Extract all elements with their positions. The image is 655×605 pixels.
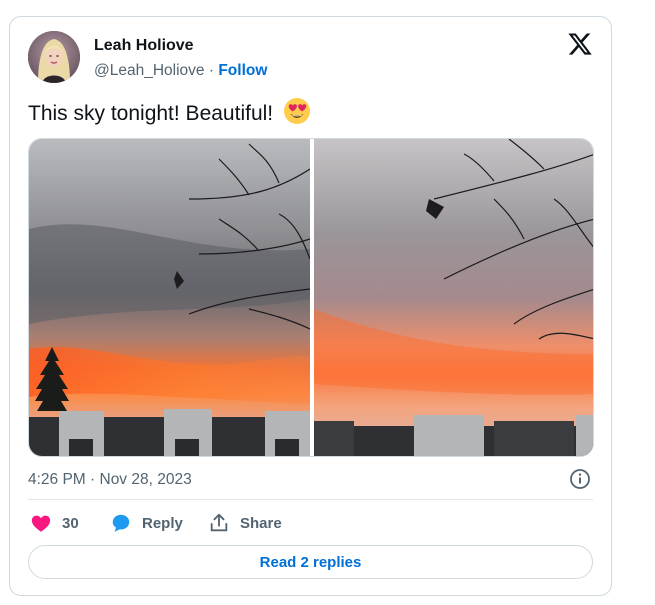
tweet-embed-card: Leah Holiove @Leah_Holiove · Follow This… — [9, 16, 612, 596]
reply-bubble-icon — [112, 514, 130, 532]
divider — [28, 499, 593, 500]
sunset-photo-left[interactable] — [29, 139, 311, 456]
sunset-photo-right[interactable] — [314, 139, 593, 456]
tweet-text: This sky tonight! Beautiful! — [28, 102, 274, 125]
like-button[interactable]: 30 — [30, 512, 79, 534]
author-handle[interactable]: @Leah_Holiove — [94, 62, 205, 79]
heart-eyes-emoji-icon — [283, 97, 311, 125]
author-avatar[interactable] — [28, 31, 80, 83]
x-logo-icon[interactable] — [567, 31, 593, 57]
follow-link[interactable]: Follow — [218, 62, 267, 79]
read-replies-button[interactable]: Read 2 replies — [28, 545, 593, 579]
separator-dot: · — [208, 62, 215, 79]
share-button[interactable]: Share — [208, 512, 282, 534]
read-replies-label: Read 2 replies — [259, 553, 362, 571]
author-name[interactable]: Leah Holiove — [94, 37, 194, 55]
tweet-media[interactable] — [28, 138, 594, 457]
reply-button[interactable]: Reply — [110, 512, 183, 534]
share-label: Share — [240, 514, 282, 532]
tweet-text-line: This sky tonight! Beautiful! — [28, 97, 311, 126]
reply-label: Reply — [142, 514, 183, 532]
info-icon[interactable] — [569, 468, 591, 490]
author-handle-row: @Leah_Holiove · Follow — [94, 62, 267, 80]
heart-icon — [31, 515, 51, 532]
tweet-timestamp[interactable]: 4:26 PM · Nov 28, 2023 — [28, 471, 192, 489]
like-count: 30 — [62, 514, 79, 532]
share-icon — [210, 513, 228, 532]
